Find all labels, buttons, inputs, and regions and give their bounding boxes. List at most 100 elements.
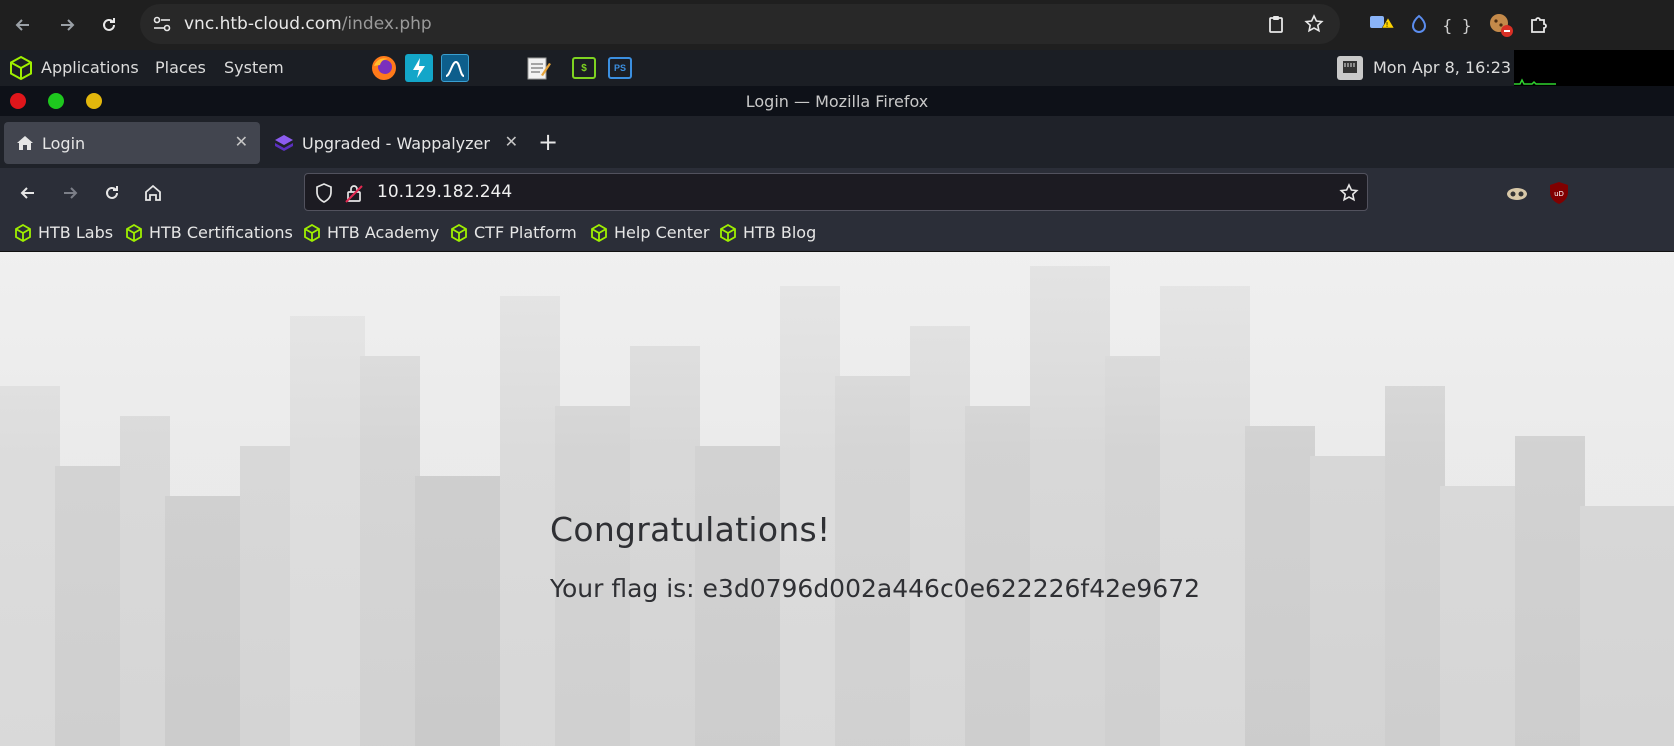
ff-back-button[interactable] [13,178,43,208]
arrow-right-icon [64,187,78,199]
lightning-icon [413,58,425,78]
menu-applications[interactable]: Applications [41,58,139,77]
wappalyzer-icon [275,135,293,151]
ublock-shield-icon: uD [1550,182,1568,204]
menu-system[interactable]: System [224,58,284,77]
terminal-launcher[interactable]: $ [572,57,596,79]
chrome-omnibox[interactable]: vnc.htb-cloud.com/index.php [140,4,1340,44]
desktop-panel: Applications Places System $ PS Mon Apr … [0,50,1674,86]
site-settings-icon[interactable] [152,15,172,33]
home-icon [17,136,33,150]
cpu-graph-icon [1514,78,1556,85]
htb-cube-icon [720,223,736,242]
chrome-forward-button[interactable] [48,6,86,44]
clipboard-icon[interactable] [1266,14,1286,34]
new-tab-button[interactable]: + [538,128,562,156]
ff-url-bar[interactable]: 10.129.182.244 [304,173,1368,211]
bookmark-label: HTB Labs [38,223,114,242]
bookmark-htb-blog[interactable]: HTB Blog [719,223,816,242]
bookmark-star-icon[interactable] [1339,183,1359,203]
reload-icon [103,18,115,31]
page-content: Congratulations! Your flag is: e3d0796d0… [0,252,1674,746]
bookmark-htb-certifications[interactable]: HTB Certifications [125,223,293,242]
shield-icon[interactable] [315,183,333,203]
terminal-icon: $ [581,62,587,74]
chrome-extensions-button[interactable] [1520,6,1558,44]
background-overlay [0,252,1674,746]
tab-label: Login [42,133,86,153]
ff-home-button[interactable] [138,178,168,208]
ff-forward-button[interactable] [55,178,85,208]
htb-cube-icon [451,223,467,242]
arrow-right-icon [61,19,75,31]
home-icon [145,184,161,201]
powershell-launcher[interactable]: PS [608,57,632,79]
bookmark-label: CTF Platform [474,223,577,242]
powershell-icon: PS [613,63,626,73]
svg-text:uD: uD [1554,190,1564,198]
ff-reload-button[interactable] [97,178,127,208]
network-icon[interactable] [1335,54,1365,82]
htb-cube-icon [591,223,607,242]
htb-cube-icon [304,223,320,242]
htb-cube-icon [126,223,142,242]
bookmark-help-center[interactable]: Help Center [590,223,709,242]
menu-places[interactable]: Places [155,58,206,77]
arrow-left-icon [20,187,34,199]
htb-cube-icon [10,55,32,81]
zaproxy-launcher[interactable] [405,54,433,82]
firefox-tabstrip: Login ✕ Upgraded - Wappalyzer ✕ + [0,116,1674,168]
extension-eye-button[interactable] [1502,178,1532,208]
bookmark-label: HTB Certifications [149,223,293,242]
ff-url-text: 10.129.182.244 [377,182,513,202]
tab-wappalyzer[interactable]: Upgraded - Wappalyzer ✕ [262,122,530,164]
bookmarks-toolbar: HTB Labs HTB Certifications HTB Academy … [0,218,1674,252]
extension-json-button[interactable]: { } [1438,6,1476,44]
url-path: /index.php [341,14,432,34]
htb-cube-icon [15,223,31,242]
svg-text:!: ! [1386,21,1389,29]
chrome-back-button[interactable] [4,6,42,44]
wireshark-launcher[interactable] [441,54,469,82]
bookmark-label: HTB Blog [743,223,817,242]
panel-clock[interactable]: Mon Apr 8, 16:23 [1373,58,1511,77]
wappalyzer-eyes-icon [1507,188,1527,200]
text-editor-launcher[interactable] [524,54,552,82]
firefox-titlebar: Login — Mozilla Firefox [0,86,1674,116]
ublock-button[interactable]: uD [1544,178,1574,208]
bitwarden-icon [1411,14,1427,33]
bookmark-label: HTB Academy [327,223,440,242]
system-monitor-graph [1514,50,1674,86]
insecure-lock-icon[interactable] [345,183,363,203]
flag-text: Your flag is: e3d0796d002a446c0e622226f4… [550,574,1201,603]
wireshark-fin-icon [445,60,465,77]
url-host: vnc.htb-cloud.com [184,14,342,34]
tab-label: Upgraded - Wappalyzer [302,133,490,153]
chrome-url-text: vnc.htb-cloud.com/index.php [184,14,432,34]
bookmark-htb-labs[interactable]: HTB Labs [14,223,113,242]
window-title: Login — Mozilla Firefox [745,92,929,111]
close-icon[interactable]: ✕ [505,132,518,151]
firefox-launcher[interactable] [370,54,398,82]
extension-blue-button[interactable] [1400,6,1438,44]
chrome-toolbar: vnc.htb-cloud.com/index.php ! { } [0,0,1674,50]
translate-warning-icon: ! [1370,16,1394,29]
braces-icon: { } [1442,15,1472,35]
extension-translate-button[interactable]: ! [1362,6,1400,44]
puzzle-icon [1531,17,1547,33]
chrome-reload-button[interactable] [90,6,128,44]
bookmark-star-icon[interactable] [1304,14,1324,34]
firefox-icon [372,56,396,80]
extension-blocked-button[interactable] [1482,6,1520,44]
bookmark-label: Help Center [614,223,710,242]
congrats-heading: Congratulations! [550,510,831,549]
reload-icon [106,186,118,199]
bookmark-htb-academy[interactable]: HTB Academy [303,223,439,242]
cookie-blocked-icon [1490,14,1513,37]
arrow-left-icon [15,19,29,31]
text-editor-icon [527,57,551,80]
bookmark-ctf-platform[interactable]: CTF Platform [450,223,577,242]
close-icon[interactable]: ✕ [235,132,248,151]
firefox-navbar: 10.129.182.244 uD [0,168,1674,218]
tab-login[interactable]: Login ✕ [4,122,260,164]
